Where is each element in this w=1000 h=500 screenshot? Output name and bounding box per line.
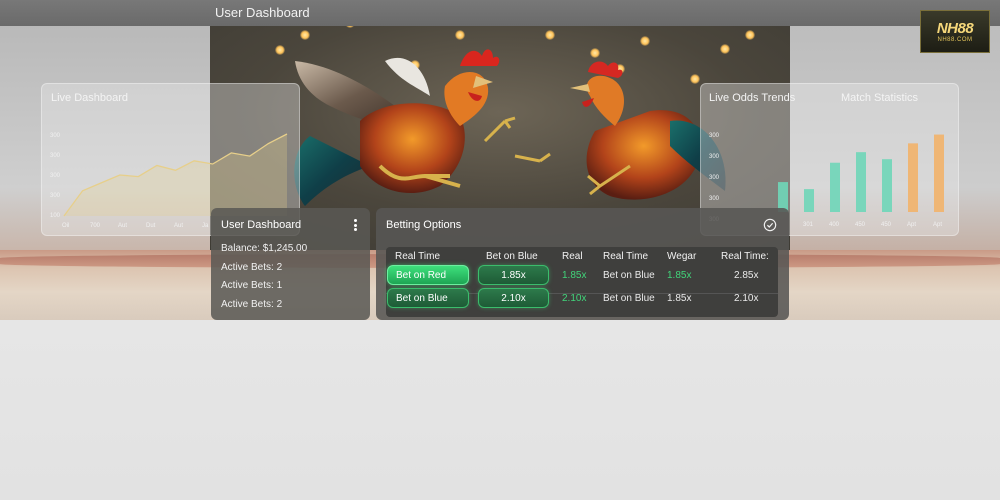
y-tick-label: 300 <box>50 153 61 159</box>
bar <box>856 152 866 212</box>
real-odds: 2.10x <box>562 293 587 304</box>
y-tick-label: 300 <box>709 175 720 181</box>
y-tick-label: 100 <box>50 213 61 219</box>
bar <box>882 159 892 212</box>
table-header: Real <box>562 251 583 262</box>
odds-button[interactable]: 2.10x <box>478 288 549 308</box>
x-tick-label: 301 <box>803 222 814 228</box>
real-time-odds: 2.85x <box>734 270 759 281</box>
more-options-icon[interactable] <box>353 219 357 231</box>
y-tick-label: 300 <box>709 154 720 160</box>
x-tick-label: Oil <box>62 223 69 229</box>
y-tick-label: 300 <box>50 193 61 199</box>
x-tick-label: Aut <box>174 223 183 229</box>
betting-options-card: Betting Options Real Time Bet on Blue Re… <box>376 208 789 320</box>
logo-subtext: NH88.COM <box>937 37 973 43</box>
active-bets-3: Active Bets: 2 <box>221 299 283 310</box>
betting-table: Real Time Bet on Blue Real Real Time Weg… <box>386 247 778 317</box>
x-tick-label: 400 <box>829 222 840 228</box>
brand-logo[interactable]: NH88 NH88.COM <box>920 10 990 53</box>
balance-text: Balance: $1,245.00 <box>221 243 308 254</box>
bar <box>830 162 840 212</box>
user-dashboard-card: User Dashboard Balance: $1,245.00 Active… <box>211 208 370 320</box>
y-tick-label: 300 <box>709 133 720 139</box>
bar <box>804 189 814 212</box>
x-tick-label: Apt <box>907 222 916 228</box>
bet-label: Bet on Blue <box>603 270 655 281</box>
real-odds: 1.85x <box>562 270 587 281</box>
x-tick-label: Apt <box>933 222 942 228</box>
user-card-title: User Dashboard <box>221 219 302 231</box>
bet-button-label: Bet on Blue <box>396 292 448 304</box>
x-tick-label: Ja <box>202 223 209 229</box>
bar <box>908 143 918 212</box>
logo-text: NH88 <box>936 20 974 37</box>
bet-on-blue-button[interactable]: Bet on Blue <box>387 288 469 308</box>
table-header: Real Time <box>603 251 649 262</box>
x-tick-label: 700 <box>90 223 101 229</box>
y-tick-label: 300 <box>50 173 61 179</box>
top-bar: User Dashboard <box>0 0 1000 26</box>
table-header: Real Time: <box>721 251 769 262</box>
odds-value: 1.85x <box>501 269 526 281</box>
x-tick-label: 450 <box>881 222 892 228</box>
bet-label: Bet on Blue <box>603 293 655 304</box>
y-tick-label: 300 <box>709 196 720 202</box>
check-circle-icon[interactable] <box>763 218 777 232</box>
odds-value: 2.10x <box>501 292 526 304</box>
x-tick-label: 450 <box>855 222 866 228</box>
betting-card-title: Betting Options <box>386 219 462 231</box>
bar <box>934 134 944 212</box>
wager-odds: 1.85x <box>667 270 692 281</box>
real-time-odds: 2.10x <box>734 293 759 304</box>
odds-button[interactable]: 1.85x <box>478 265 549 285</box>
bet-on-red-button[interactable]: Bet on Red <box>387 265 469 285</box>
active-bets-2: Active Bets: 1 <box>221 280 283 291</box>
table-header: Wegar <box>667 251 697 262</box>
table-header: Bet on Blue <box>486 251 538 262</box>
app-title: User Dashboard <box>215 5 310 20</box>
x-tick-label: Aut <box>118 223 127 229</box>
active-bets-1: Active Bets: 2 <box>221 262 283 273</box>
bet-button-label: Bet on Red <box>396 269 447 281</box>
x-tick-label: Dut <box>146 223 156 229</box>
y-tick-label: 300 <box>50 133 61 139</box>
table-header: Real Time <box>395 251 441 262</box>
area-fill <box>64 134 287 216</box>
wager-odds: 1.85x <box>667 293 692 304</box>
empty-content-area <box>0 320 1000 500</box>
